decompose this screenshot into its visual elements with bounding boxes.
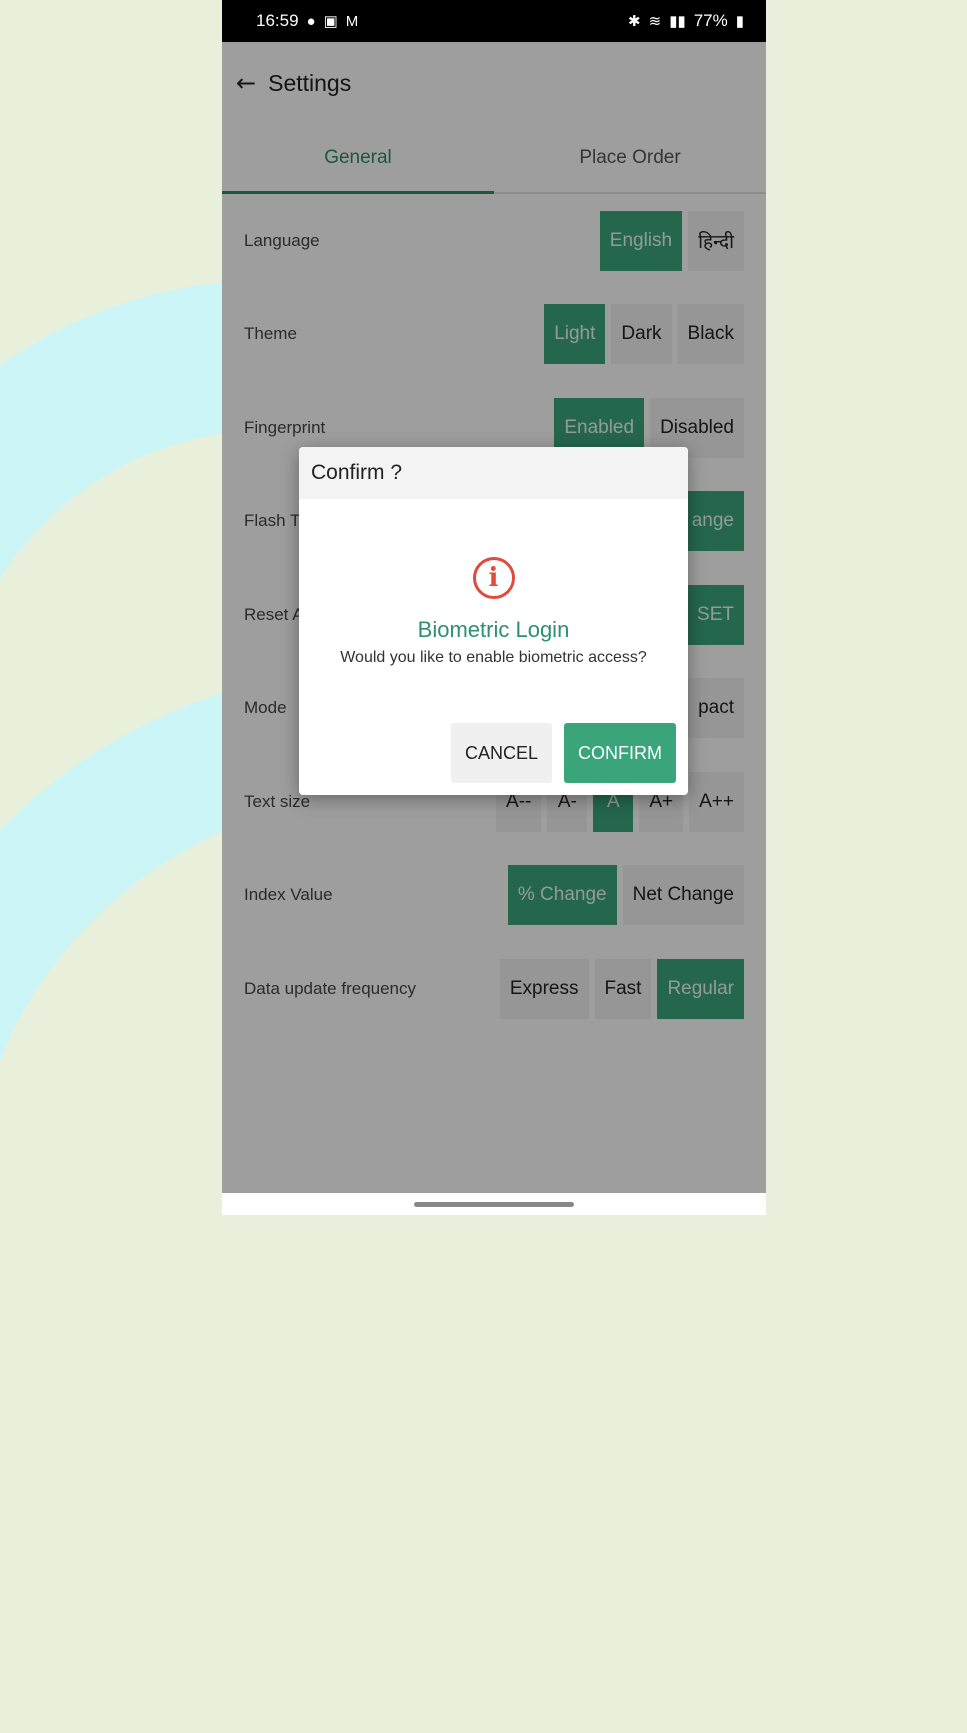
battery-percent: 77%	[693, 11, 728, 30]
signal-icon: ▮▮	[669, 13, 686, 30]
confirm-dialog: Confirm ? i Biometric Login Would you li…	[299, 447, 688, 795]
gallery-icon: ▣	[323, 13, 338, 30]
confirm-button[interactable]: CONFIRM	[564, 723, 676, 783]
gmail-icon: M	[345, 12, 359, 30]
cancel-button[interactable]: CANCEL	[450, 723, 552, 783]
home-indicator[interactable]	[414, 1201, 574, 1207]
dialog-message: Would you like to enable biometric acces…	[340, 649, 647, 666]
phone-screen: 16:59 ● ▣ M ✱ ≋ ▮▮ 77% ▮ ← Settings Gene…	[222, 0, 766, 1215]
whatsapp-icon: ●	[306, 12, 316, 30]
gesture-bar	[222, 1193, 766, 1215]
bluetooth-icon: ✱	[628, 13, 641, 30]
battery-icon: ▮	[735, 13, 744, 30]
info-icon: i	[472, 557, 515, 599]
dialog-title: Biometric Login	[417, 617, 570, 642]
status-bar: 16:59 ● ▣ M ✱ ≋ ▮▮ 77% ▮	[222, 0, 766, 42]
wifi-icon: ≋	[648, 13, 662, 30]
dialog-header: Confirm ?	[299, 447, 688, 499]
status-time: 16:59	[256, 11, 299, 30]
